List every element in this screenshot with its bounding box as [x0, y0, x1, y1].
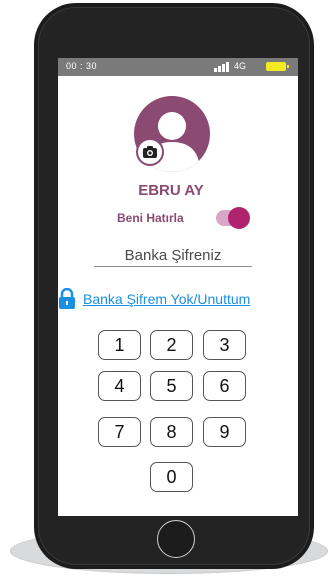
toggle-knob — [228, 207, 250, 229]
user-name: EBRU AY — [138, 182, 204, 199]
remember-me-toggle[interactable] — [216, 207, 250, 229]
keypad-key-6[interactable]: 6 — [203, 371, 246, 401]
remember-me-label: Beni Hatırla — [117, 211, 184, 225]
keypad-key-9[interactable]: 9 — [203, 417, 246, 447]
home-button[interactable] — [157, 520, 195, 558]
phone-screen: 00 : 30 4G EBRU AY Beni Hatırla Banka Şi… — [58, 58, 298, 516]
keypad-key-3[interactable]: 3 — [203, 330, 246, 360]
camera-icon[interactable] — [136, 138, 164, 166]
lock-icon — [59, 288, 75, 309]
network-type: 4G — [234, 61, 247, 71]
signal-icon — [214, 62, 229, 72]
bank-password-input[interactable] — [94, 244, 252, 267]
keypad-key-2[interactable]: 2 — [150, 330, 193, 360]
status-time: 00 : 30 — [66, 61, 98, 71]
keypad-key-0[interactable]: 0 — [150, 462, 193, 492]
camera-glyph-icon — [143, 146, 157, 158]
keypad-key-4[interactable]: 4 — [98, 371, 141, 401]
keypad-key-8[interactable]: 8 — [150, 417, 193, 447]
status-bar: 00 : 30 4G — [58, 58, 298, 76]
battery-icon — [266, 62, 289, 71]
keypad-key-7[interactable]: 7 — [98, 417, 141, 447]
keypad-key-1[interactable]: 1 — [98, 330, 141, 360]
forgot-password-link[interactable]: Banka Şifrem Yok/Unuttum — [83, 291, 250, 307]
keypad-key-5[interactable]: 5 — [150, 371, 193, 401]
